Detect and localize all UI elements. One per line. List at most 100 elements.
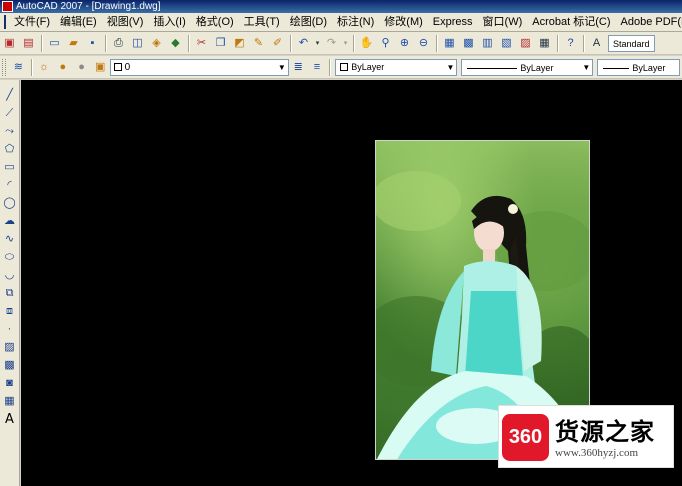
insert-block-icon[interactable]: ⧉	[2, 286, 17, 301]
menu-edit[interactable]: 编辑(E)	[55, 13, 102, 31]
redo-icon[interactable]: ↷	[323, 35, 340, 52]
menu-express[interactable]: Express	[428, 13, 478, 31]
ellipse-arc-icon[interactable]: ◡	[2, 268, 17, 283]
menu-draw[interactable]: 绘图(D)	[285, 13, 332, 31]
chevron-down-icon[interactable]: ▼	[582, 60, 590, 76]
toolbar-separator	[30, 58, 32, 76]
toolbar-separator	[436, 34, 437, 52]
polyline-icon[interactable]: ⤳	[2, 124, 17, 139]
arc-icon[interactable]: ◜	[2, 178, 17, 193]
line-icon[interactable]: ╱	[2, 88, 17, 103]
rectangle-icon[interactable]: ▭	[2, 160, 17, 175]
point-icon[interactable]: ·	[2, 322, 17, 337]
cut-icon[interactable]: ✂	[193, 35, 210, 52]
construction-line-icon[interactable]: ⟋	[2, 106, 17, 121]
zoom-window-icon[interactable]: ⊕	[396, 35, 413, 52]
layer-manager-icon[interactable]: ≋	[10, 59, 27, 76]
sun-icon[interactable]: ●	[54, 59, 71, 76]
undo-icon[interactable]: ↶	[295, 35, 312, 52]
chevron-down-icon[interactable]: ▾	[342, 35, 349, 52]
help-icon[interactable]: ?	[562, 35, 579, 52]
toolbar-separator	[41, 34, 42, 52]
toolbar-grip[interactable]	[2, 58, 6, 76]
current-layer-name: 0	[124, 61, 131, 73]
lineweight-value: ByLayer	[632, 62, 666, 73]
zoom-previous-icon[interactable]: ⊖	[415, 35, 432, 52]
menu-format[interactable]: 格式(O)	[191, 13, 239, 31]
sheet-set-icon[interactable]: ▧	[498, 35, 515, 52]
chevron-down-icon[interactable]: ▼	[447, 60, 455, 76]
acrobat-convert-icon[interactable]: ▣	[1, 35, 18, 52]
gradient-icon[interactable]: ▩	[2, 358, 17, 373]
text-style-icon[interactable]: A	[588, 35, 605, 52]
watermark-logo: 360	[502, 414, 549, 461]
layer-dropdown[interactable]: 0 ▼	[109, 58, 289, 76]
polygon-icon[interactable]: ⬠	[2, 142, 17, 157]
block-editor-icon[interactable]: ✐	[269, 35, 286, 52]
ellipse-icon[interactable]: ⬭	[2, 250, 17, 265]
layer-previous-icon[interactable]: ≡	[309, 59, 326, 76]
color-value: ByLayer	[351, 62, 385, 72]
paste-icon[interactable]: ◩	[231, 35, 248, 52]
publish-icon[interactable]: ◈	[148, 35, 165, 52]
multiline-text-icon[interactable]: A	[2, 412, 17, 427]
draw-toolbar: ╱ ⟋ ⤳ ⬠ ▭ ◜ ◯ ☁ ∿ ⬭ ◡ ⧉ ⧈ · ▨ ▩ ◙ ▦ A	[0, 80, 20, 486]
zoom-realtime-icon[interactable]: ⚲	[377, 35, 394, 52]
menu-bar: 文件(F) 编辑(E) 视图(V) 插入(I) 格式(O) 工具(T) 绘图(D…	[0, 13, 682, 32]
menu-tools[interactable]: 工具(T)	[239, 13, 285, 31]
layers-toolbar: ≋ ☼ ● ● ▣ 0 ▼ ≣ ≡ ByLayer ▼ ByLayer ▼ By…	[0, 56, 682, 79]
linetype-preview	[467, 67, 518, 69]
3d-dwf-icon[interactable]: ◆	[167, 35, 184, 52]
hatch-icon[interactable]: ▨	[2, 340, 17, 355]
copy-icon[interactable]: ❐	[212, 35, 229, 52]
toolbar-separator	[353, 34, 354, 52]
linetype-value: ByLayer	[520, 62, 554, 73]
menu-dimension[interactable]: 标注(N)	[332, 13, 379, 31]
site-watermark: 360 货源之家 www.360hyzj.com	[498, 405, 674, 468]
menu-modify[interactable]: 修改(M)	[379, 13, 428, 31]
new-icon[interactable]: ▭	[46, 35, 63, 52]
table-icon[interactable]: ▦	[2, 394, 17, 409]
open-icon[interactable]: ▰	[65, 35, 82, 52]
title-bar: AutoCAD 2007 - [Drawing1.dwg]	[0, 0, 682, 13]
tool-palettes-icon[interactable]: ▥	[479, 35, 496, 52]
chevron-down-icon[interactable]: ▾	[314, 35, 321, 52]
revision-cloud-icon[interactable]: ☁	[2, 214, 17, 229]
chevron-down-icon[interactable]: ▼	[278, 60, 286, 76]
save-icon[interactable]: ▪	[84, 35, 101, 52]
circle-icon[interactable]: ◯	[2, 196, 17, 211]
text-style-select[interactable]: Standard	[608, 34, 655, 52]
menu-adobe-pdf[interactable]: Adobe PDF(B)	[616, 13, 682, 31]
window-title: AutoCAD 2007 - [Drawing1.dwg]	[16, 1, 161, 12]
menu-view[interactable]: 视图(V)	[102, 13, 149, 31]
autocad-app-icon[interactable]	[2, 1, 13, 12]
linetype-dropdown[interactable]: ByLayer ▼	[461, 58, 594, 76]
match-properties-icon[interactable]: ✎	[250, 35, 267, 52]
spline-icon[interactable]: ∿	[2, 232, 17, 247]
make-block-icon[interactable]: ⧈	[2, 304, 17, 319]
region-icon[interactable]: ◙	[2, 376, 17, 391]
menu-window[interactable]: 窗口(W)	[478, 13, 528, 31]
markup-icon[interactable]: ▨	[517, 35, 534, 52]
plot-icon[interactable]: ⎙	[110, 35, 127, 52]
calculator-icon[interactable]: ▦	[536, 35, 553, 52]
document-icon[interactable]	[4, 15, 6, 29]
toolbar-separator	[557, 34, 558, 52]
menu-file[interactable]: 文件(F)	[9, 13, 55, 31]
menu-insert[interactable]: 插入(I)	[148, 13, 190, 31]
freeze-viewport-icon[interactable]: ●	[73, 59, 90, 76]
lineweight-dropdown[interactable]: ByLayer	[597, 58, 681, 76]
menu-acrobat-markup[interactable]: Acrobat 标记(C)	[527, 13, 615, 31]
toolbar-separator	[105, 34, 106, 52]
color-dropdown[interactable]: ByLayer ▼	[335, 58, 458, 76]
acrobat-settings-icon[interactable]: ▤	[20, 35, 37, 52]
toolbar-separator	[329, 58, 331, 76]
lock-icon[interactable]: ▣	[92, 59, 109, 76]
pan-icon[interactable]: ✋	[358, 35, 375, 52]
plot-preview-icon[interactable]: ◫	[129, 35, 146, 52]
properties-icon[interactable]: ▦	[441, 35, 458, 52]
make-object-layer-current-icon[interactable]: ≣	[290, 59, 307, 76]
design-center-icon[interactable]: ▩	[460, 35, 477, 52]
lightbulb-icon[interactable]: ☼	[36, 59, 53, 76]
lineweight-preview	[603, 67, 630, 69]
